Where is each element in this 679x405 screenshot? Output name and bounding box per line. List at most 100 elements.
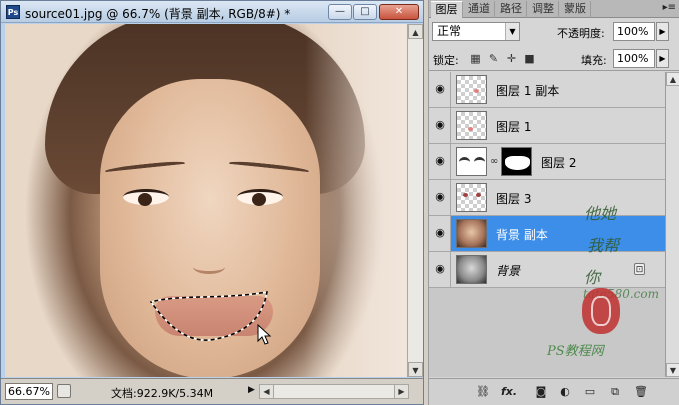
layer-name: 图层 2 — [541, 156, 577, 170]
tab-channels[interactable]: 通道 — [464, 1, 495, 18]
visibility-toggle[interactable]: ◉ — [429, 108, 451, 143]
layer-row[interactable]: ◉ ∞ 图层 2 — [429, 144, 665, 180]
arrow-cursor-icon — [257, 324, 272, 345]
mask-link-icon[interactable]: ∞ — [490, 156, 498, 167]
maximize-button[interactable]: □ — [353, 4, 377, 20]
document-title: source01.jpg @ 66.7% (背景 副本, RGB/8#) * — [25, 7, 291, 21]
layer-thumbnail — [456, 147, 487, 176]
layers-vertical-scrollbar[interactable]: ▲ ▼ — [665, 72, 679, 377]
chevron-down-icon[interactable]: ▼ — [505, 23, 519, 40]
layer-thumbnail — [456, 183, 487, 212]
new-layer-icon[interactable]: ⧉ — [607, 385, 623, 399]
watermark-brush-text: 我帮 — [587, 236, 620, 255]
mask-icon[interactable]: ◙ — [533, 385, 549, 399]
visibility-toggle[interactable]: ◉ — [429, 252, 451, 287]
zoom-level-field[interactable]: 66.67% — [5, 383, 53, 400]
layer-thumbnail — [456, 75, 487, 104]
watermark-seal-icon — [582, 288, 620, 334]
trash-icon[interactable]: 🗑 — [633, 385, 649, 399]
lip-selection-marquee[interactable] — [5, 24, 407, 377]
tab-layers[interactable]: 图层 — [431, 1, 463, 18]
document-title-bar[interactable]: Ps source01.jpg @ 66.7% (背景 副本, RGB/8#) … — [1, 1, 423, 23]
document-vertical-scrollbar[interactable]: ▲ ▼ — [407, 24, 423, 377]
layer-thumbnail — [456, 255, 487, 284]
lock-position-icon[interactable]: ✛ — [505, 52, 518, 65]
seal-inner — [591, 296, 611, 326]
opacity-input[interactable]: 100% — [613, 22, 655, 41]
scroll-left-arrow-icon[interactable]: ◀ — [260, 385, 274, 398]
lock-all-icon[interactable]: ■ — [523, 52, 536, 65]
lock-label: 锁定: — [433, 54, 459, 67]
scroll-up-arrow-icon[interactable]: ▲ — [666, 72, 679, 86]
mask-shape — [505, 156, 530, 170]
layer-name: 图层 1 副本 — [496, 84, 560, 98]
layer-name: 图层 3 — [496, 192, 532, 206]
layer-row[interactable]: ◉ 图层 1 — [429, 108, 665, 144]
thumbnail-brow — [459, 157, 470, 167]
blend-opacity-row: 正常 ▼ 不透明度: 100% ▶ — [429, 20, 679, 44]
lock-brush-icon[interactable]: ✎ — [487, 52, 500, 65]
visibility-toggle[interactable]: ◉ — [429, 216, 451, 251]
lock-transparency-icon[interactable]: ▦ — [469, 52, 482, 65]
thumbnail-mark — [474, 89, 479, 93]
image-canvas[interactable] — [5, 24, 407, 377]
thumbnail-brow — [474, 157, 485, 167]
document-horizontal-scrollbar[interactable]: ◀ ▶ — [259, 384, 409, 399]
watermark-brush-text: 他她 — [584, 204, 617, 223]
close-button[interactable]: ✕ — [379, 4, 419, 20]
thumbnail-mark — [476, 193, 481, 197]
visibility-toggle[interactable]: ◉ — [429, 144, 451, 179]
thumbnail-mark — [468, 127, 473, 131]
visibility-toggle[interactable]: ◉ — [429, 72, 451, 107]
fill-label: 填充: — [581, 54, 607, 67]
layers-list: ◉ 图层 1 副本 ◉ 图层 1 ◉ ∞ 图层 2 ◉ 图层 3 ◉ 背景 副本… — [429, 72, 665, 377]
layer-name: 背景 副本 — [496, 228, 548, 242]
lock-fill-row: 锁定: ▦ ✎ ✛ ■ 填充: 100% ▶ — [429, 47, 679, 71]
scroll-up-arrow-icon[interactable]: ▲ — [408, 24, 423, 39]
status-menu-arrow-icon[interactable]: ▶ — [248, 385, 255, 395]
opacity-slider-arrow-icon[interactable]: ▶ — [656, 22, 669, 41]
document-status-bar: 66.67% 文档:922.9K/5.34M ▶ ◀ ▶ — [1, 378, 423, 404]
tab-paths[interactable]: 路径 — [496, 1, 527, 18]
layer-name: 图层 1 — [496, 120, 532, 134]
panel-menu-icon[interactable]: ▸≡ — [663, 2, 676, 13]
photoshop-logo-icon: Ps — [6, 5, 20, 19]
link-icon[interactable]: ⛓ — [475, 385, 491, 399]
opacity-label: 不透明度: — [557, 27, 605, 40]
document-size-info: 文档:922.9K/5.34M — [111, 387, 214, 400]
eye-icon: ◉ — [435, 262, 445, 275]
eye-icon: ◉ — [435, 118, 445, 131]
layer-thumbnail — [456, 219, 487, 248]
fill-input[interactable]: 100% — [613, 49, 655, 68]
minimize-button[interactable]: — — [328, 4, 352, 20]
eye-icon: ◉ — [435, 154, 445, 167]
blend-mode-select[interactable]: 正常 ▼ — [432, 22, 520, 41]
eye-icon: ◉ — [435, 226, 445, 239]
layer-row[interactable]: ◉ 图层 3 — [429, 180, 665, 216]
layers-panel: 图层 通道 路径 调整 蒙版 ▸≡ 正常 ▼ 不透明度: 100% ▶ 锁定: … — [428, 0, 679, 405]
status-info-icon[interactable] — [57, 384, 71, 398]
fx-icon[interactable]: fx. — [501, 385, 517, 399]
scroll-right-arrow-icon[interactable]: ▶ — [394, 385, 408, 398]
layer-thumbnail — [456, 111, 487, 140]
thumbnail-mark — [463, 193, 468, 197]
tab-masks[interactable]: 蒙版 — [560, 1, 591, 18]
adjustment-icon[interactable]: ◐ — [557, 385, 573, 399]
visibility-toggle[interactable]: ◉ — [429, 180, 451, 215]
scroll-down-arrow-icon[interactable]: ▼ — [408, 362, 423, 377]
tab-adjustments[interactable]: 调整 — [528, 1, 559, 18]
watermark-brush-text: 你 — [584, 268, 601, 287]
layer-row[interactable]: ◉ 图层 1 副本 — [429, 72, 665, 108]
layers-panel-footer: ⛓ fx. ◙ ◐ ▭ ⧉ 🗑 — [429, 378, 679, 405]
layer-row[interactable]: ◉ 背景 ⊡ — [429, 252, 665, 288]
fill-slider-arrow-icon[interactable]: ▶ — [656, 49, 669, 68]
watermark-name: PS教程网 — [547, 344, 604, 359]
layer-lock-icon: ⊡ — [634, 263, 645, 275]
layer-name: 背景 — [496, 264, 521, 278]
layer-mask-thumbnail[interactable] — [501, 147, 532, 176]
layer-row-selected[interactable]: ◉ 背景 副本 — [429, 216, 665, 252]
group-icon[interactable]: ▭ — [582, 385, 598, 399]
eye-icon: ◉ — [435, 190, 445, 203]
blend-mode-value: 正常 — [437, 24, 462, 38]
scroll-down-arrow-icon[interactable]: ▼ — [666, 363, 679, 377]
